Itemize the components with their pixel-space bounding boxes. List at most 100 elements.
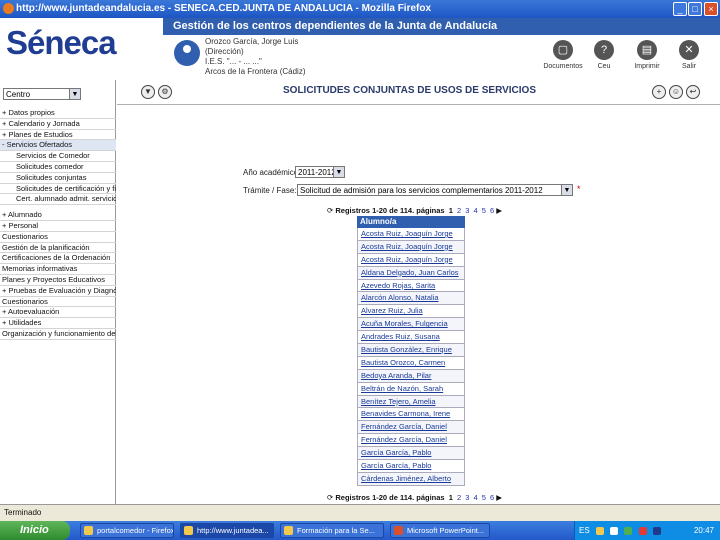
- process-select[interactable]: Solicitud de admisión para los servicios…: [297, 184, 573, 196]
- sidebar-item[interactable]: Organización y funcionamiento del Centro: [0, 329, 116, 340]
- students-list: Alumno/a Acosta Ruiz, Joaquín Jorge Acost…: [357, 216, 465, 486]
- sidebar-item[interactable]: + Planes de Estudios: [0, 130, 116, 141]
- sidebar-item[interactable]: + Datos propios: [0, 108, 116, 119]
- sidebar-item[interactable]: Certificaciones de la Ordenación: [0, 253, 116, 265]
- page-link[interactable]: 4: [474, 206, 478, 215]
- sidebar-item[interactable]: + Personal: [0, 221, 116, 232]
- list-item[interactable]: Alarcón Alonso, Natalia: [357, 292, 465, 306]
- list-item[interactable]: Fernández García, Daniel: [357, 421, 465, 435]
- sidebar-item[interactable]: Solicitudes comedor: [0, 162, 116, 173]
- start-button[interactable]: Inicio: [0, 521, 70, 540]
- list-item[interactable]: Acosta Ruiz, Joaquín Jorge: [357, 228, 465, 241]
- list-item[interactable]: Bautista Orozco, Carmen: [357, 356, 465, 370]
- chevron-down-icon: ▼: [69, 89, 80, 99]
- sidebar-item[interactable]: Planes y Proyectos Educativos: [0, 275, 116, 286]
- window-icon: [184, 526, 193, 535]
- tray-icon[interactable]: [638, 526, 647, 535]
- list-item[interactable]: Andrades Ruiz, Susana: [357, 331, 465, 345]
- list-item[interactable]: Benavides Carmona, Irene: [357, 408, 465, 422]
- list-header: Alumno/a: [357, 216, 465, 228]
- year-select[interactable]: 2011-2012 ▼: [295, 166, 345, 178]
- status-bar: Terminado: [0, 504, 720, 521]
- page-link[interactable]: 1: [449, 493, 453, 502]
- pager-top: ⟳ Registros 1-20 de 114. páginas 1 2 3 4…: [327, 206, 502, 215]
- sidebar-menu: + Datos propios + Calendario y Jornada + P…: [0, 108, 116, 340]
- window-title: http://www.juntadeandalucia.es - SENECA.…: [16, 3, 432, 14]
- sidebar-item[interactable]: Gestión de la planificación: [0, 243, 116, 254]
- sidebar-item[interactable]: + Utilidades: [0, 318, 116, 329]
- page-link[interactable]: 4: [474, 493, 478, 502]
- sidebar-item[interactable]: - Servicios Ofertados: [0, 140, 116, 152]
- sidebar-item[interactable]: Solicitudes de certificación y firma: [0, 184, 116, 195]
- page-link[interactable]: 3: [465, 206, 469, 215]
- sidebar-item[interactable]: + Pruebas de Evaluación y Diagnóstico: [0, 286, 116, 297]
- sidebar-item[interactable]: + Autoevaluación: [0, 307, 116, 319]
- status-text: Terminado: [4, 508, 42, 517]
- language-indicator[interactable]: ES: [579, 526, 590, 535]
- year-label: Año académico:: [243, 168, 301, 177]
- page-link[interactable]: 3: [465, 493, 469, 502]
- help-icon: ?: [594, 40, 614, 60]
- sidebar-item[interactable]: Servicios de Comedor: [0, 151, 116, 162]
- list-item[interactable]: Beltrán de Nazón, Sarah: [357, 382, 465, 396]
- exit-button[interactable]: ✕ Salir: [664, 40, 714, 70]
- taskbar-item[interactable]: portalcomedor - Firefox: [80, 523, 174, 538]
- list-item[interactable]: Aldana Delgado, Juan Carlos: [357, 266, 465, 280]
- new-document-icon[interactable]: +: [652, 85, 666, 99]
- required-mark: *: [577, 184, 581, 194]
- sidebar-item[interactable]: Solicitudes conjuntas: [0, 173, 116, 184]
- sidebar-item[interactable]: + Alumnado: [0, 210, 116, 221]
- page-link[interactable]: 5: [482, 493, 486, 502]
- page-link[interactable]: 2: [457, 206, 461, 215]
- list-item[interactable]: Bautista González, Enrique: [357, 344, 465, 357]
- clock: 20:47: [693, 526, 714, 535]
- next-page-icon[interactable]: ▶: [496, 206, 502, 215]
- page-link[interactable]: 5: [482, 206, 486, 215]
- page-link[interactable]: 6: [490, 493, 494, 502]
- tray-icon[interactable]: [652, 526, 661, 535]
- list-item[interactable]: Acosta Ruiz, Joaquín Jorge: [357, 240, 465, 254]
- sidebar-item[interactable]: + Calendario y Jornada: [0, 119, 116, 130]
- refresh-icon[interactable]: ⟳: [327, 206, 333, 215]
- list-item[interactable]: Alvarez Ruiz, Julia: [357, 305, 465, 319]
- folder-icon: [284, 526, 293, 535]
- list-item[interactable]: Cárdenas Jiménez, Alberto: [357, 472, 465, 486]
- minimize-button[interactable]: _: [673, 2, 687, 16]
- filter-icon[interactable]: ▼: [141, 85, 155, 99]
- sidebar-item[interactable]: Cert. alumnado admit. servicio: [0, 194, 116, 206]
- sidebar-item[interactable]: Cuestionarios: [0, 297, 116, 308]
- pager-bottom: ⟳ Registros 1-20 de 114. páginas 1 2 3 4…: [327, 493, 502, 502]
- print-icon: ▤: [637, 40, 657, 60]
- taskbar-item[interactable]: Microsoft PowerPoint...: [390, 523, 490, 538]
- tray-icon[interactable]: [610, 526, 619, 535]
- tray-icon[interactable]: [595, 526, 604, 535]
- taskbar-item[interactable]: Formación para la Se...: [280, 523, 384, 538]
- list-item[interactable]: García García, Pablo: [357, 447, 465, 461]
- user-detail-icon[interactable]: ☺: [669, 85, 683, 99]
- list-item[interactable]: Acosta Ruiz, Joaquín Jorge: [357, 253, 465, 267]
- chevron-down-icon: ▼: [561, 185, 572, 195]
- list-item[interactable]: García García, Pablo: [357, 460, 465, 473]
- refresh-icon[interactable]: ⟳: [327, 493, 333, 502]
- maximize-button[interactable]: □: [688, 2, 702, 16]
- list-item[interactable]: Acuña Morales, Fulgencia: [357, 318, 465, 332]
- list-item[interactable]: Benítez Tejero, Amelia: [357, 395, 465, 409]
- page-link[interactable]: 2: [457, 493, 461, 502]
- back-icon[interactable]: ↩: [686, 85, 700, 99]
- tray-icon[interactable]: [624, 526, 633, 535]
- page-link[interactable]: 6: [490, 206, 494, 215]
- taskbar-item[interactable]: http://www.juntadea...: [180, 523, 274, 538]
- list-item[interactable]: Fernández García, Daniel: [357, 434, 465, 448]
- user-role: (Dirección): [205, 47, 244, 56]
- pager-text: Registros 1-20 de 114. páginas: [335, 493, 445, 502]
- page-link[interactable]: 1: [449, 206, 453, 215]
- list-item[interactable]: Bedoya Aranda, Pilar: [357, 369, 465, 383]
- sidebar-item[interactable]: Memorias informativas: [0, 264, 116, 275]
- profile-select[interactable]: Centro ▼: [3, 88, 81, 100]
- process-label: Trámite / Fase:: [243, 186, 297, 195]
- next-page-icon[interactable]: ▶: [496, 493, 502, 502]
- list-item[interactable]: Azevedo Rojas, Sarita: [357, 279, 465, 293]
- close-window-button[interactable]: ×: [704, 2, 718, 16]
- settings-icon[interactable]: ⚙: [158, 85, 172, 99]
- sidebar-item[interactable]: Cuestionarios: [0, 232, 116, 243]
